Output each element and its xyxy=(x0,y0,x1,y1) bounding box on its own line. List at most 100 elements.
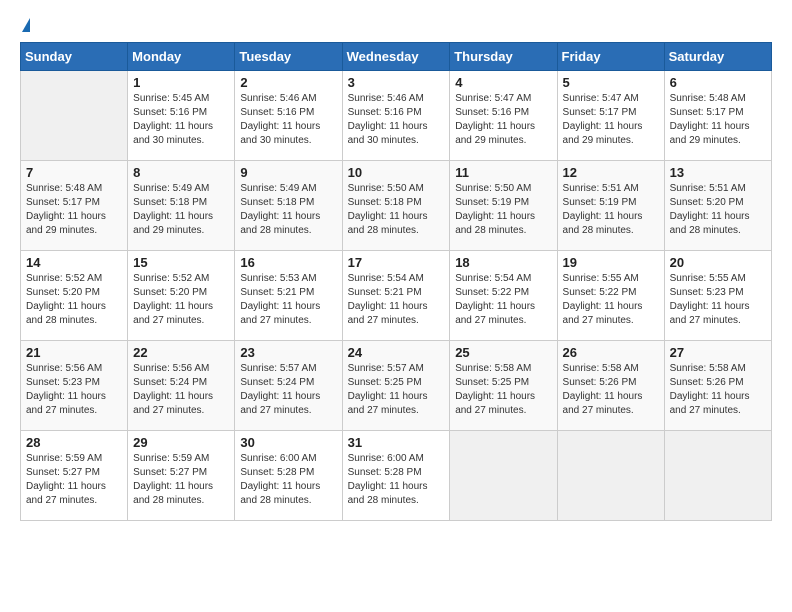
day-info: Sunrise: 5:57 AM Sunset: 5:25 PM Dayligh… xyxy=(348,362,445,418)
calendar-header-sunday: Sunday xyxy=(21,43,128,71)
calendar: SundayMondayTuesdayWednesdayThursdayFrid… xyxy=(20,42,772,521)
calendar-cell: 21 Sunrise: 5:56 AM Sunset: 5:23 PM Dayli… xyxy=(21,341,128,431)
calendar-header-friday: Friday xyxy=(557,43,664,71)
day-info: Sunrise: 5:52 AM Sunset: 5:20 PM Dayligh… xyxy=(133,272,229,328)
calendar-header-tuesday: Tuesday xyxy=(235,43,342,71)
day-info: Sunrise: 5:58 AM Sunset: 5:26 PM Dayligh… xyxy=(563,362,659,418)
day-number: 1 xyxy=(133,75,229,90)
day-info: Sunrise: 5:46 AM Sunset: 5:16 PM Dayligh… xyxy=(240,92,336,148)
calendar-cell: 19Sunrise: 5:55 AM Sunset: 5:22 PM Dayli… xyxy=(557,251,664,341)
calendar-cell: 29 Sunrise: 5:59 AM Sunset: 5:27 PM Dayli… xyxy=(128,431,235,521)
day-number: 21 xyxy=(26,345,122,360)
day-number: 19 xyxy=(563,255,659,270)
day-number: 13 xyxy=(670,165,766,180)
day-number: 9 xyxy=(240,165,336,180)
day-info: Sunrise: 5:49 AM Sunset: 5:18 PM Dayligh… xyxy=(133,182,229,238)
day-info: Sunrise: 5:56 AM Sunset: 5:23 PM Dayligh… xyxy=(26,362,122,418)
calendar-header-thursday: Thursday xyxy=(450,43,557,71)
calendar-cell: 15Sunrise: 5:52 AM Sunset: 5:20 PM Dayli… xyxy=(128,251,235,341)
calendar-cell: 24Sunrise: 5:57 AM Sunset: 5:25 PM Dayli… xyxy=(342,341,450,431)
logo xyxy=(20,16,30,34)
day-info: Sunrise: 5:50 AM Sunset: 5:18 PM Dayligh… xyxy=(348,182,445,238)
calendar-cell: 6Sunrise: 5:48 AM Sunset: 5:17 PM Daylig… xyxy=(664,71,771,161)
logo-icon xyxy=(22,18,30,32)
day-number: 31 xyxy=(348,435,445,450)
day-info: Sunrise: 5:59 AM Sunset: 5:27 PM Dayligh… xyxy=(133,452,229,508)
day-number: 8 xyxy=(133,165,229,180)
calendar-week-3: 14 Sunrise: 5:52 AM Sunset: 5:20 PM Dayli… xyxy=(21,251,772,341)
calendar-cell: 5 Sunrise: 5:47 AM Sunset: 5:17 PM Daylig… xyxy=(557,71,664,161)
calendar-header-saturday: Saturday xyxy=(664,43,771,71)
calendar-cell: 4 Sunrise: 5:47 AM Sunset: 5:16 PM Daylig… xyxy=(450,71,557,161)
day-number: 10 xyxy=(348,165,445,180)
day-info: Sunrise: 5:47 AM Sunset: 5:17 PM Dayligh… xyxy=(563,92,659,148)
day-number: 5 xyxy=(563,75,659,90)
day-info: Sunrise: 5:52 AM Sunset: 5:20 PM Dayligh… xyxy=(26,272,122,328)
calendar-week-5: 28Sunrise: 5:59 AM Sunset: 5:27 PM Dayli… xyxy=(21,431,772,521)
day-number: 2 xyxy=(240,75,336,90)
day-info: Sunrise: 5:58 AM Sunset: 5:25 PM Dayligh… xyxy=(455,362,551,418)
calendar-cell: 20 Sunrise: 5:55 AM Sunset: 5:23 PM Dayli… xyxy=(664,251,771,341)
day-info: Sunrise: 5:53 AM Sunset: 5:21 PM Dayligh… xyxy=(240,272,336,328)
day-info: Sunrise: 5:47 AM Sunset: 5:16 PM Dayligh… xyxy=(455,92,551,148)
calendar-header-row: SundayMondayTuesdayWednesdayThursdayFrid… xyxy=(21,43,772,71)
calendar-week-2: 7 Sunrise: 5:48 AM Sunset: 5:17 PM Daylig… xyxy=(21,161,772,251)
day-info: Sunrise: 6:00 AM Sunset: 5:28 PM Dayligh… xyxy=(348,452,445,508)
calendar-cell: 31 Sunrise: 6:00 AM Sunset: 5:28 PM Dayli… xyxy=(342,431,450,521)
day-number: 3 xyxy=(348,75,445,90)
day-number: 14 xyxy=(26,255,122,270)
calendar-cell: 16 Sunrise: 5:53 AM Sunset: 5:21 PM Dayli… xyxy=(235,251,342,341)
calendar-cell: 30 Sunrise: 6:00 AM Sunset: 5:28 PM Dayli… xyxy=(235,431,342,521)
day-number: 22 xyxy=(133,345,229,360)
day-number: 4 xyxy=(455,75,551,90)
day-number: 6 xyxy=(670,75,766,90)
calendar-cell: 22Sunrise: 5:56 AM Sunset: 5:24 PM Dayli… xyxy=(128,341,235,431)
day-number: 20 xyxy=(670,255,766,270)
day-info: Sunrise: 5:54 AM Sunset: 5:22 PM Dayligh… xyxy=(455,272,551,328)
day-number: 11 xyxy=(455,165,551,180)
day-info: Sunrise: 5:59 AM Sunset: 5:27 PM Dayligh… xyxy=(26,452,122,508)
day-number: 27 xyxy=(670,345,766,360)
day-number: 26 xyxy=(563,345,659,360)
day-number: 29 xyxy=(133,435,229,450)
calendar-header-wednesday: Wednesday xyxy=(342,43,450,71)
day-info: Sunrise: 5:57 AM Sunset: 5:24 PM Dayligh… xyxy=(240,362,336,418)
calendar-cell: 12Sunrise: 5:51 AM Sunset: 5:19 PM Dayli… xyxy=(557,161,664,251)
calendar-cell xyxy=(557,431,664,521)
calendar-cell: 17Sunrise: 5:54 AM Sunset: 5:21 PM Dayli… xyxy=(342,251,450,341)
day-info: Sunrise: 5:45 AM Sunset: 5:16 PM Dayligh… xyxy=(133,92,229,148)
day-number: 16 xyxy=(240,255,336,270)
calendar-cell: 7 Sunrise: 5:48 AM Sunset: 5:17 PM Daylig… xyxy=(21,161,128,251)
day-number: 30 xyxy=(240,435,336,450)
day-info: Sunrise: 5:49 AM Sunset: 5:18 PM Dayligh… xyxy=(240,182,336,238)
calendar-cell xyxy=(664,431,771,521)
calendar-cell: 8 Sunrise: 5:49 AM Sunset: 5:18 PM Daylig… xyxy=(128,161,235,251)
day-info: Sunrise: 5:46 AM Sunset: 5:16 PM Dayligh… xyxy=(348,92,445,148)
calendar-week-1: 1 Sunrise: 5:45 AM Sunset: 5:16 PM Daylig… xyxy=(21,71,772,161)
calendar-cell: 27 Sunrise: 5:58 AM Sunset: 5:26 PM Dayli… xyxy=(664,341,771,431)
calendar-cell: 26 Sunrise: 5:58 AM Sunset: 5:26 PM Dayli… xyxy=(557,341,664,431)
day-info: Sunrise: 5:51 AM Sunset: 5:19 PM Dayligh… xyxy=(563,182,659,238)
day-info: Sunrise: 5:54 AM Sunset: 5:21 PM Dayligh… xyxy=(348,272,445,328)
calendar-cell: 11 Sunrise: 5:50 AM Sunset: 5:19 PM Dayli… xyxy=(450,161,557,251)
calendar-cell: 14 Sunrise: 5:52 AM Sunset: 5:20 PM Dayli… xyxy=(21,251,128,341)
day-info: Sunrise: 6:00 AM Sunset: 5:28 PM Dayligh… xyxy=(240,452,336,508)
day-number: 23 xyxy=(240,345,336,360)
calendar-cell: 10 Sunrise: 5:50 AM Sunset: 5:18 PM Dayli… xyxy=(342,161,450,251)
day-info: Sunrise: 5:58 AM Sunset: 5:26 PM Dayligh… xyxy=(670,362,766,418)
calendar-cell: 13 Sunrise: 5:51 AM Sunset: 5:20 PM Dayli… xyxy=(664,161,771,251)
day-info: Sunrise: 5:51 AM Sunset: 5:20 PM Dayligh… xyxy=(670,182,766,238)
day-info: Sunrise: 5:55 AM Sunset: 5:23 PM Dayligh… xyxy=(670,272,766,328)
calendar-cell: 3 Sunrise: 5:46 AM Sunset: 5:16 PM Daylig… xyxy=(342,71,450,161)
calendar-cell: 23 Sunrise: 5:57 AM Sunset: 5:24 PM Dayli… xyxy=(235,341,342,431)
calendar-cell: 28Sunrise: 5:59 AM Sunset: 5:27 PM Dayli… xyxy=(21,431,128,521)
calendar-cell xyxy=(21,71,128,161)
calendar-week-4: 21 Sunrise: 5:56 AM Sunset: 5:23 PM Dayli… xyxy=(21,341,772,431)
calendar-cell: 1 Sunrise: 5:45 AM Sunset: 5:16 PM Daylig… xyxy=(128,71,235,161)
calendar-cell: 25Sunrise: 5:58 AM Sunset: 5:25 PM Dayli… xyxy=(450,341,557,431)
header xyxy=(20,16,772,34)
calendar-cell: 18Sunrise: 5:54 AM Sunset: 5:22 PM Dayli… xyxy=(450,251,557,341)
day-info: Sunrise: 5:48 AM Sunset: 5:17 PM Dayligh… xyxy=(26,182,122,238)
day-number: 7 xyxy=(26,165,122,180)
day-info: Sunrise: 5:50 AM Sunset: 5:19 PM Dayligh… xyxy=(455,182,551,238)
